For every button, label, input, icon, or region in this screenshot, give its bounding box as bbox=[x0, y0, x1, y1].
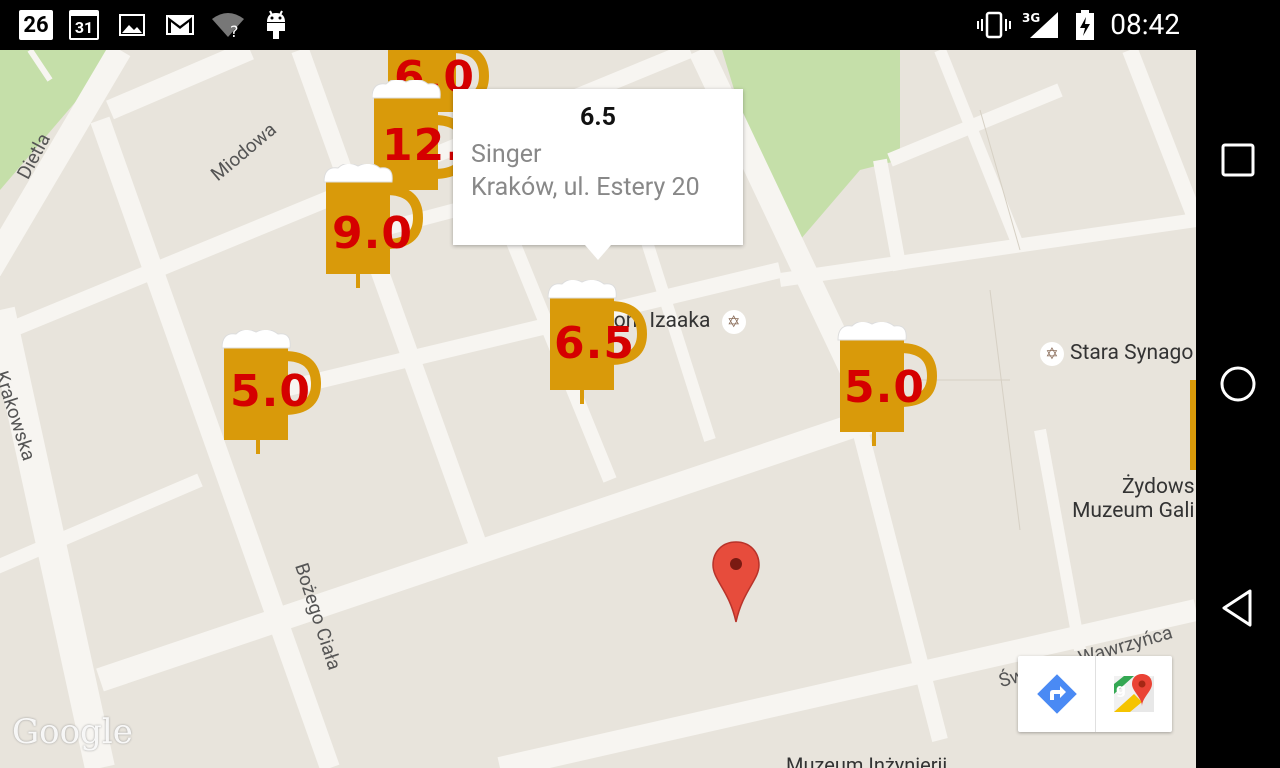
street-label-muzeum-inzynierii: Muzeum Inżynierii bbox=[786, 753, 948, 768]
directions-icon bbox=[1036, 674, 1077, 714]
recents-icon bbox=[1221, 143, 1255, 177]
beer-marker[interactable]: 9.0 bbox=[322, 164, 424, 288]
poi-zydowskie-muzeum[interactable]: Żydows Muzeum Gali bbox=[1070, 475, 1194, 523]
back-button[interactable] bbox=[1216, 586, 1260, 630]
location-pin-icon[interactable] bbox=[711, 540, 761, 624]
recents-button[interactable] bbox=[1216, 138, 1260, 182]
google-logo: Google bbox=[12, 712, 133, 752]
info-window[interactable]: 6.5 Singer Kraków, ul. Estery 20 bbox=[453, 89, 743, 260]
beer-marker[interactable]: 6.5 bbox=[546, 280, 648, 404]
navigation-bar bbox=[1196, 0, 1280, 768]
wifi-unknown-icon: ? bbox=[210, 10, 246, 40]
google-maps-icon: g bbox=[1114, 674, 1154, 712]
open-in-maps-button[interactable]: g bbox=[1095, 656, 1172, 732]
info-window-address: Kraków, ul. Estery 20 bbox=[471, 173, 700, 202]
vibrate-icon bbox=[976, 10, 1012, 40]
gallery-icon bbox=[118, 10, 146, 40]
svg-text:?: ? bbox=[230, 22, 239, 39]
home-icon bbox=[1220, 366, 1256, 402]
back-icon bbox=[1222, 589, 1252, 627]
synagogue-icon: ✡ bbox=[1040, 342, 1064, 366]
svg-text:g: g bbox=[1116, 682, 1126, 698]
beer-marker[interactable]: 5.0 bbox=[220, 330, 322, 454]
status-bar: 26 31 ? 3G 08:42 bbox=[0, 0, 1196, 50]
android-icon bbox=[262, 10, 290, 40]
signal-icon: 3G bbox=[1022, 10, 1062, 40]
map-view[interactable]: Dietla Miodowa Krakowska Bożego Ciała Św… bbox=[0, 50, 1196, 768]
beer-marker[interactable]: 5.0 bbox=[836, 322, 938, 446]
home-button[interactable] bbox=[1216, 362, 1260, 406]
battery-charging-icon bbox=[1074, 10, 1096, 40]
directions-button[interactable] bbox=[1018, 656, 1095, 732]
map-toolbar: g bbox=[1018, 656, 1172, 732]
notification-date-icon: 26 bbox=[18, 10, 54, 40]
poi-stara-synagoga[interactable]: ✡ Stara Synago bbox=[1040, 341, 1193, 366]
clock: 08:42 bbox=[1110, 8, 1180, 41]
info-window-title: 6.5 bbox=[580, 103, 616, 132]
synagogue-icon: ✡ bbox=[721, 310, 746, 334]
info-window-name: Singer bbox=[471, 140, 542, 169]
gmail-icon bbox=[164, 10, 196, 40]
calendar-icon: 31 bbox=[68, 10, 100, 40]
svg-text:3G: 3G bbox=[1022, 11, 1040, 25]
